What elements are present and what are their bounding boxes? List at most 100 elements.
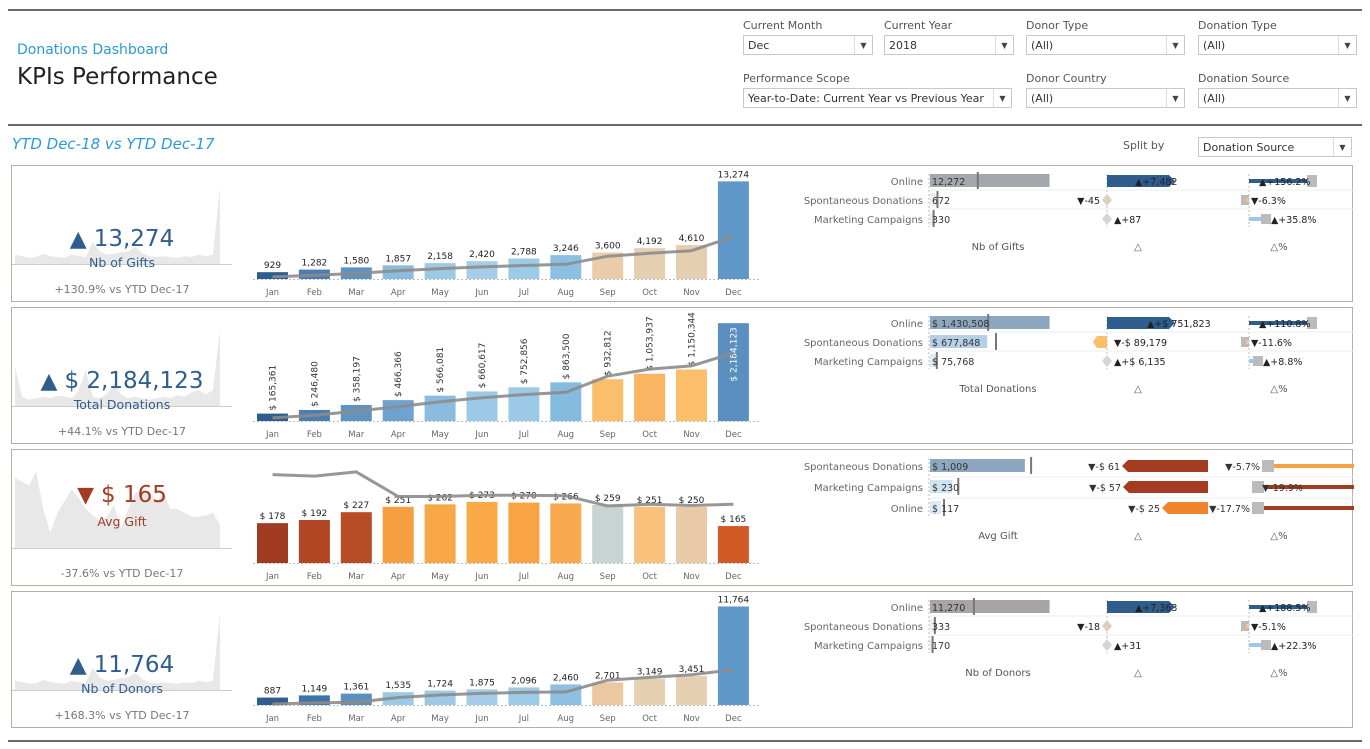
bar-dec <box>717 606 749 705</box>
donor-country-dropdown[interactable]: (All) ▼ <box>1026 88 1185 108</box>
kpi-value-text: $ 2,184,123 <box>64 368 204 394</box>
x-tick-label: Apr <box>391 288 406 298</box>
filter-current-year: Current Year 2018 ▼ <box>884 19 1014 55</box>
filter-current-month: Current Month Dec ▼ <box>743 19 873 55</box>
bar-oct <box>634 506 666 563</box>
data-label: 2,788 <box>511 247 537 257</box>
delta-pct-value: ▲+22.3% <box>1271 641 1316 652</box>
prev-year-line <box>272 470 734 508</box>
kpi-value-text: $ 165 <box>101 482 167 508</box>
data-label: $ 178 <box>260 512 286 522</box>
data-label: 2,158 <box>427 252 453 262</box>
x-tick-label: May <box>431 288 449 298</box>
filter-label: Current Year <box>884 19 953 32</box>
x-tick-label: Nov <box>683 572 700 582</box>
x-tick-label: Aug <box>557 430 574 440</box>
kpi-value-text: 11,764 <box>93 652 175 678</box>
data-label: 1,857 <box>385 254 411 264</box>
data-label: 4,192 <box>637 237 663 247</box>
delta-diamond <box>1102 620 1112 632</box>
performance-scope-dropdown[interactable]: Year-to-Date: Current Year vs Previous Y… <box>743 88 1012 108</box>
kpi-comparison: +44.1% vs YTD Dec-17 <box>57 425 187 438</box>
data-label: $ 932,812 <box>604 330 614 376</box>
data-label: 1,724 <box>427 680 453 690</box>
delta-header: △ <box>1134 384 1142 395</box>
prev-pct-marker <box>1252 502 1264 514</box>
kpi-panel-avg-gift: Jan $ 178 Feb $ 192 Mar $ 227 Apr $ 251 May $ 262… <box>11 449 1354 586</box>
delta-value: ▲+7,482 <box>1135 177 1177 188</box>
data-label: 1,282 <box>302 259 328 269</box>
prev-pct-marker <box>1261 640 1271 650</box>
prev-year-marker <box>976 172 979 189</box>
bottom-divider <box>8 740 1362 742</box>
x-tick-label: Feb <box>307 714 322 724</box>
header-divider <box>8 124 1362 126</box>
x-tick-label: Jul <box>518 572 529 582</box>
data-label: $ 192 <box>302 509 328 519</box>
donor-type-dropdown[interactable]: (All) ▼ <box>1026 35 1185 55</box>
bar-oct <box>634 678 666 705</box>
breakdown-source-label: Spontaneous Donations <box>804 196 923 207</box>
data-label: 1,361 <box>343 683 369 693</box>
x-tick-label: Feb <box>307 288 322 298</box>
delta-pct-value: ▲+8.8% <box>1263 357 1302 368</box>
breakdown-value: $ 1,430,508 <box>932 319 989 330</box>
delta-value: ▲+31 <box>1114 641 1141 652</box>
bar-may <box>424 504 456 563</box>
x-tick-label: Mar <box>348 714 365 724</box>
bar-apr <box>382 400 414 421</box>
x-tick-label: Jul <box>518 430 529 440</box>
kpi-panel-gifts: Jan 929 Feb 1,282 Mar 1,580 Apr 1,857 May 2,158 Ju… <box>11 165 1354 302</box>
delta-bar <box>1093 336 1107 348</box>
x-tick-label: Mar <box>348 288 365 298</box>
delta-pct-bar <box>1246 340 1249 344</box>
x-tick-label: Oct <box>642 572 657 582</box>
dropdown-value: Dec <box>748 38 770 52</box>
current-year-dropdown[interactable]: 2018 ▼ <box>884 35 1014 55</box>
delta-pct-value: ▲+110.8% <box>1259 319 1311 330</box>
data-label: 1,580 <box>343 256 369 266</box>
x-tick-label: Mar <box>348 430 365 440</box>
delta-value: ▼-$ 61 <box>1088 462 1120 473</box>
delta-pct-header: △% <box>1270 668 1287 679</box>
prev-year-marker <box>972 598 975 615</box>
prev-pct-marker <box>1261 214 1271 224</box>
kpi-name: Avg Gift <box>97 514 147 529</box>
x-tick-label: Sep <box>600 714 616 724</box>
data-label: $ 863,500 <box>562 333 572 379</box>
bar-jun <box>466 501 498 563</box>
kpi-name: Total Donations <box>73 397 171 412</box>
breakdown-value: 333 <box>932 622 950 633</box>
split-by-label: Split by <box>1123 139 1165 152</box>
data-label: 4,610 <box>679 234 705 244</box>
delta-pct-header: △% <box>1270 384 1287 395</box>
x-tick-label: Oct <box>642 430 657 440</box>
breakdown-value: $ 117 <box>932 504 959 515</box>
donation-type-dropdown[interactable]: (All) ▼ <box>1198 35 1357 55</box>
current-month-dropdown[interactable]: Dec ▼ <box>743 35 873 55</box>
delta-header: △ <box>1134 668 1142 679</box>
data-label: 2,420 <box>469 250 495 260</box>
dropdown-value: (All) <box>1031 38 1054 52</box>
data-label: 2,460 <box>553 673 579 683</box>
filter-donation-source: Donation Source (All) ▼ <box>1198 72 1357 108</box>
filter-donation-type: Donation Type (All) ▼ <box>1198 19 1357 55</box>
prev-year-marker <box>995 333 997 350</box>
x-tick-label: Sep <box>600 430 616 440</box>
bar-aug <box>550 503 582 563</box>
data-label: 3,600 <box>595 242 621 252</box>
kpi-name: Nb of Gifts <box>88 255 156 270</box>
data-label: 929 <box>264 261 281 271</box>
delta-pct-value: ▲+156.2% <box>1259 177 1311 188</box>
breakdown-source-label: Spontaneous Donations <box>804 622 923 633</box>
data-label: 2,096 <box>511 676 537 686</box>
split-by-dropdown[interactable]: Donation Source ▼ <box>1198 137 1352 157</box>
delta-value: ▼-18 <box>1077 622 1100 633</box>
breakdown-source-label: Online <box>891 504 923 515</box>
kpi-comparison: +130.9% vs YTD Dec-17 <box>54 283 190 296</box>
chevron-down-icon: ▼ <box>995 36 1013 54</box>
delta-value: ▼-$ 89,179 <box>1114 338 1167 349</box>
breakdown-source-label: Online <box>891 603 923 614</box>
donation-source-dropdown[interactable]: (All) ▼ <box>1198 88 1357 108</box>
x-tick-label: Jan <box>265 714 279 724</box>
